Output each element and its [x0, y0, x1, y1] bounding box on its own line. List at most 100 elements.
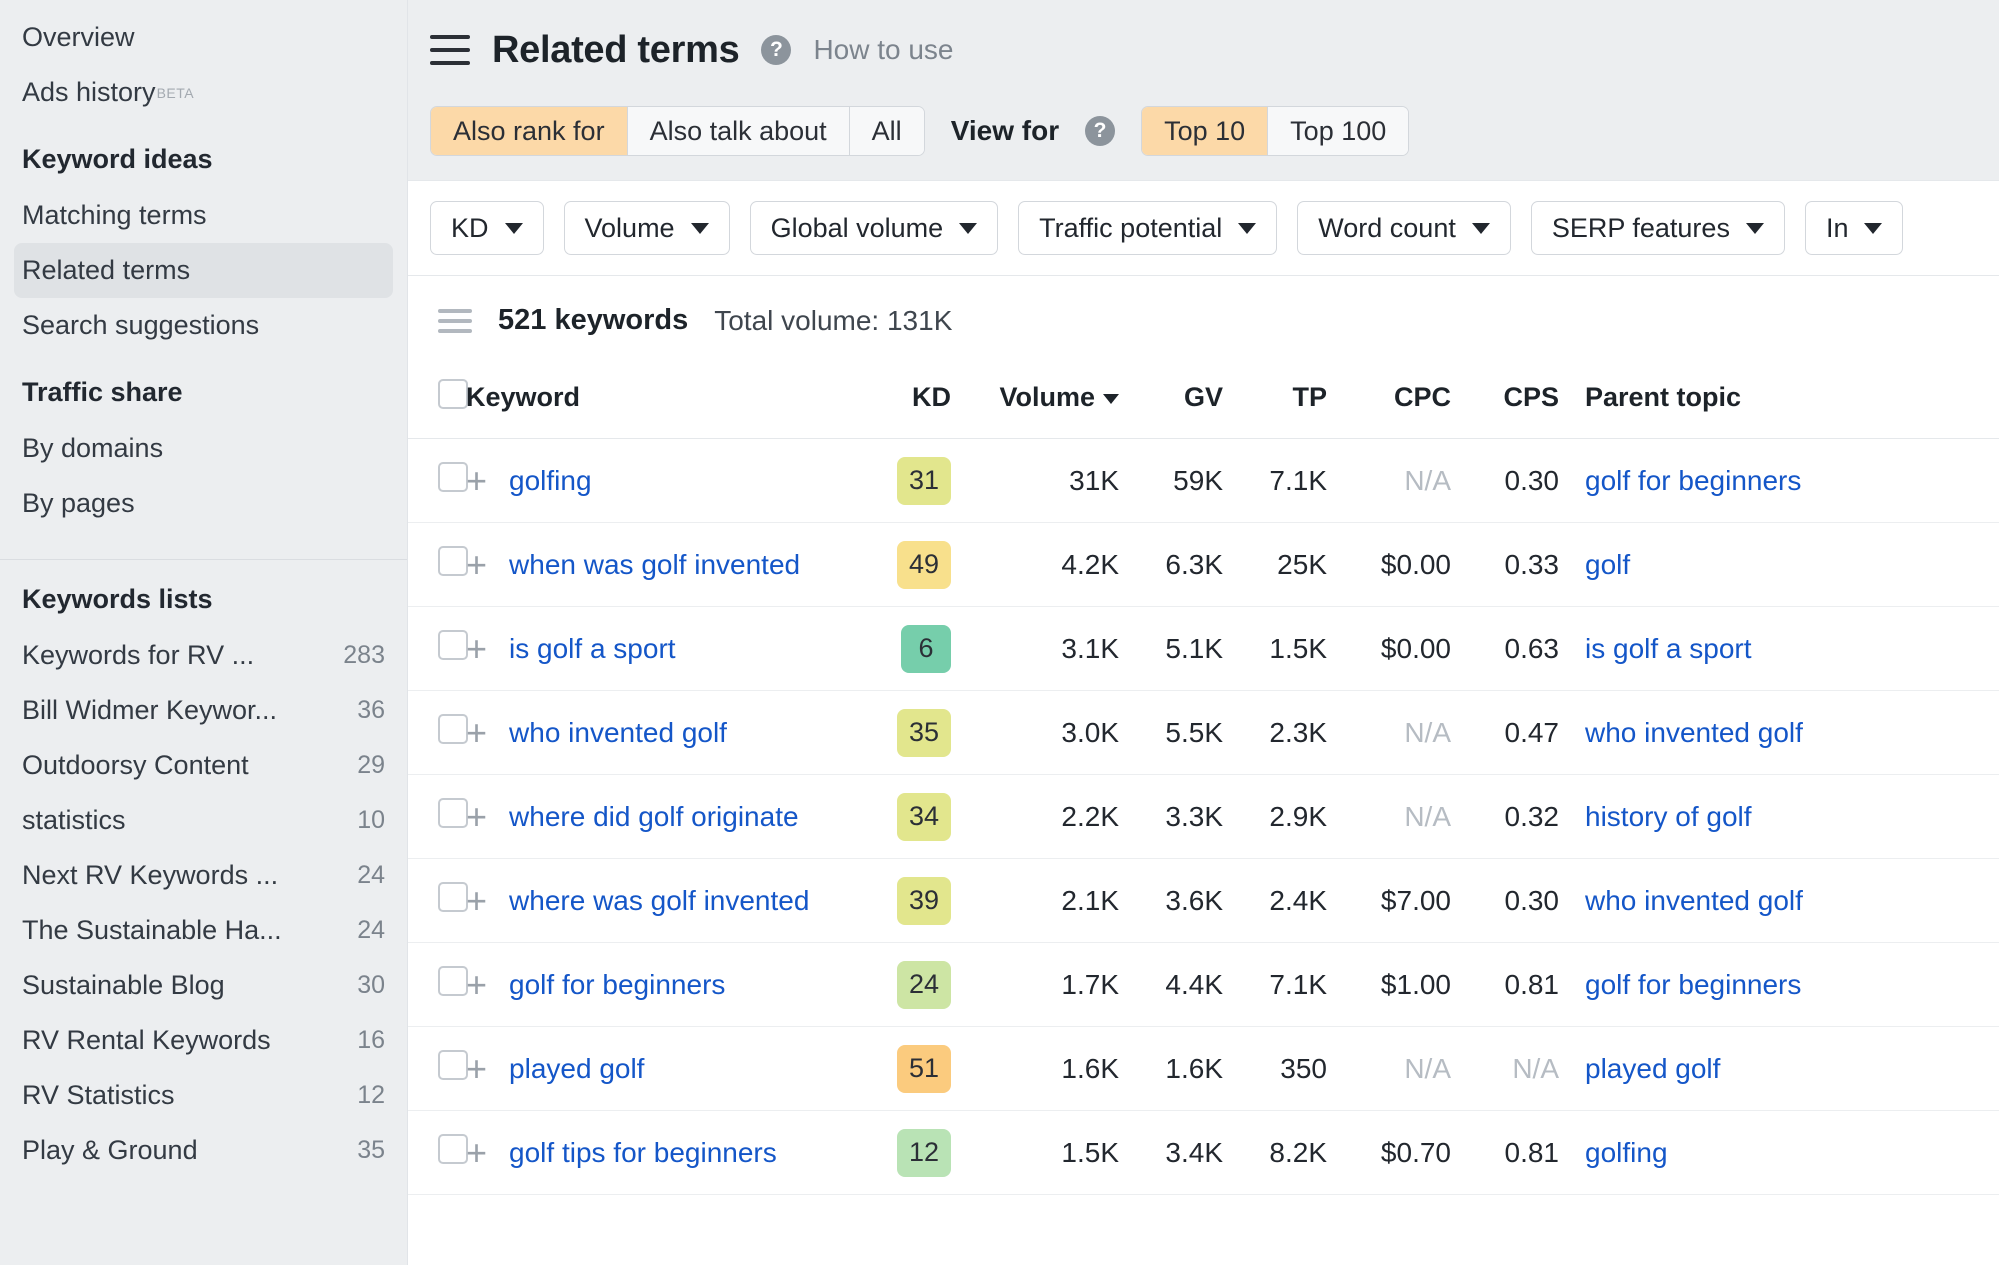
keyword-link[interactable]: where did golf originate [509, 801, 799, 833]
how-to-use-link[interactable]: How to use [813, 34, 953, 66]
keyword-link[interactable]: played golf [509, 1053, 644, 1085]
gv-cell: 5.5K [1119, 690, 1223, 775]
volume-cell: 1.7K [969, 942, 1119, 1027]
row-checkbox[interactable] [438, 1050, 468, 1080]
keywords-list-item[interactable]: Next RV Keywords ... 24 [0, 848, 407, 903]
list-view-icon[interactable] [438, 308, 472, 333]
sidebar-item-by-domains[interactable]: By domains [0, 421, 407, 476]
view-top-10[interactable]: Top 10 [1142, 107, 1269, 155]
keyword-link[interactable]: when was golf invented [509, 549, 800, 581]
add-to-list-plus-icon[interactable]: + [466, 462, 487, 499]
table-row[interactable]: + golfing 31 31K 59K 7.1K N/A 0.30 golf for begi… [408, 438, 1999, 523]
sidebar-item-overview[interactable]: Overview [0, 10, 407, 65]
filter-word-count[interactable]: Word count [1297, 201, 1511, 255]
view-for-question-mark-icon[interactable]: ? [1085, 116, 1116, 146]
tp-value: 7.1K [1269, 968, 1327, 1000]
parent-topic-link[interactable]: golf [1585, 549, 1630, 580]
sidebar-item-related-terms[interactable]: Related terms [14, 243, 393, 298]
table-row[interactable]: + golf for beginners 24 1.7K 4.4K 7.1K $1.00 0.… [408, 942, 1999, 1027]
column-header-volume[interactable]: Volume [969, 365, 1119, 439]
filter-volume[interactable]: Volume [563, 201, 730, 255]
add-to-list-plus-icon[interactable]: + [466, 798, 487, 835]
row-checkbox[interactable] [438, 966, 468, 996]
add-to-list-plus-icon[interactable]: + [466, 1134, 487, 1171]
table-row[interactable]: + when was golf invented 49 4.2K 6.3K 25K $0.0… [408, 522, 1999, 607]
filter-traffic-potential[interactable]: Traffic potential [1018, 201, 1278, 255]
filter-serp-features[interactable]: SERP features [1530, 201, 1785, 255]
keywords-list-item[interactable]: RV Statistics 12 [0, 1068, 407, 1123]
hamburger-menu-icon[interactable] [430, 35, 470, 65]
keyword-link[interactable]: is golf a sport [509, 633, 676, 665]
keywords-list-item[interactable]: RV Rental Keywords 16 [0, 1013, 407, 1068]
parent-topic-link[interactable]: is golf a sport [1585, 633, 1752, 664]
question-mark-icon[interactable]: ? [761, 35, 792, 65]
add-to-list-plus-icon[interactable]: + [466, 630, 487, 667]
keywords-list-item[interactable]: Outdoorsy Content 29 [0, 738, 407, 793]
table-row[interactable]: + golf tips for beginners 12 1.5K 3.4K 8.2K $0… [408, 1110, 1999, 1195]
row-checkbox[interactable] [438, 1134, 468, 1164]
keyword-link[interactable]: where was golf invented [509, 885, 809, 917]
keyword-link[interactable]: who invented golf [509, 717, 727, 749]
column-header-parent-topic[interactable]: Parent topic [1559, 365, 1999, 439]
keyword-link[interactable]: golf for beginners [509, 969, 725, 1001]
row-checkbox[interactable] [438, 462, 468, 492]
keywords-list-item[interactable]: statistics 10 [0, 793, 407, 848]
volume-value: 1.7K [1061, 968, 1119, 1000]
sidebar-item-ads-history[interactable]: Ads history BETA [0, 65, 407, 120]
column-header-cpc[interactable]: CPC [1327, 365, 1451, 439]
column-header-keyword[interactable]: Keyword [466, 365, 877, 439]
column-header-tp[interactable]: TP [1223, 365, 1327, 439]
keyword-link[interactable]: golfing [509, 465, 592, 497]
column-header-cps[interactable]: CPS [1451, 365, 1559, 439]
filter-global-volume[interactable]: Global volume [749, 201, 999, 255]
keywords-list-item[interactable]: Sustainable Blog 30 [0, 958, 407, 1013]
column-header-kd[interactable]: KD [877, 365, 969, 439]
add-to-list-plus-icon[interactable]: + [466, 966, 487, 1003]
keywords-list-label: RV Rental Keywords [22, 1025, 271, 1055]
parent-topic-link[interactable]: golfing [1585, 1137, 1668, 1168]
row-checkbox[interactable] [438, 882, 468, 912]
row-checkbox[interactable] [438, 630, 468, 660]
row-checkbox[interactable] [438, 714, 468, 744]
parent-topic-link[interactable]: golf for beginners [1585, 969, 1801, 1000]
parent-topic-link[interactable]: golf for beginners [1585, 465, 1801, 496]
keywords-list-label: Keywords for RV ... [22, 640, 255, 670]
row-checkbox[interactable] [438, 546, 468, 576]
keywords-list-item[interactable]: The Sustainable Ha... 24 [0, 903, 407, 958]
tab-all[interactable]: All [849, 107, 924, 155]
table-head: Keyword KD Volume GV TP CPC CPS Parent t… [408, 365, 1999, 439]
parent-topic-link[interactable]: history of golf [1585, 801, 1752, 832]
view-top-100[interactable]: Top 100 [1268, 107, 1409, 155]
keywords-list-item[interactable]: Keywords for RV ... 283 [0, 628, 407, 683]
filter-kd[interactable]: KD [430, 201, 544, 255]
add-to-list-plus-icon[interactable]: + [466, 882, 487, 919]
add-to-list-plus-icon[interactable]: + [466, 1050, 487, 1087]
keyword-link[interactable]: golf tips for beginners [509, 1137, 777, 1169]
top-bar: Related terms ? How to use Also rank for… [408, 0, 1999, 180]
kd-badge: 51 [896, 1044, 951, 1093]
filter-in[interactable]: In [1804, 201, 1904, 255]
sidebar-item-by-pages[interactable]: By pages [0, 476, 407, 531]
table-row[interactable]: + is golf a sport 6 3.1K 5.1K 1.5K $0.00 0.63 is… [408, 606, 1999, 691]
column-header-gv[interactable]: GV [1119, 365, 1223, 439]
keyword-count: 521 keywords [498, 304, 689, 336]
tp-value: 2.4K [1269, 884, 1327, 916]
tab-also-talk-about[interactable]: Also talk about [627, 107, 850, 155]
table-row[interactable]: + played golf 51 1.6K 1.6K 350 N/A N/A played go… [408, 1026, 1999, 1111]
parent-topic-link[interactable]: who invented golf [1585, 885, 1803, 916]
row-checkbox[interactable] [438, 798, 468, 828]
parent-topic-link[interactable]: who invented golf [1585, 717, 1803, 748]
tab-also-rank-for[interactable]: Also rank for [431, 107, 628, 155]
table-row[interactable]: + who invented golf 35 3.0K 5.5K 2.3K N/A 0.47 w… [408, 690, 1999, 775]
parent-topic-link[interactable]: played golf [1585, 1053, 1720, 1084]
sidebar-item-search-suggestions[interactable]: Search suggestions [0, 298, 407, 353]
table-row[interactable]: + where did golf originate 34 2.2K 3.3K 2.9K N… [408, 774, 1999, 859]
table-row[interactable]: + where was golf invented 39 2.1K 3.6K 2.4K $7… [408, 858, 1999, 943]
add-to-list-plus-icon[interactable]: + [466, 546, 487, 583]
add-to-list-plus-icon[interactable]: + [466, 714, 487, 751]
keywords-list-item[interactable]: Bill Widmer Keywor... 36 [0, 683, 407, 738]
sidebar-item-matching-terms[interactable]: Matching terms [0, 188, 407, 243]
keywords-list-item[interactable]: Play & Ground 35 [0, 1123, 407, 1178]
gv-value: 3.3K [1165, 800, 1223, 832]
select-all-checkbox[interactable] [438, 379, 468, 409]
